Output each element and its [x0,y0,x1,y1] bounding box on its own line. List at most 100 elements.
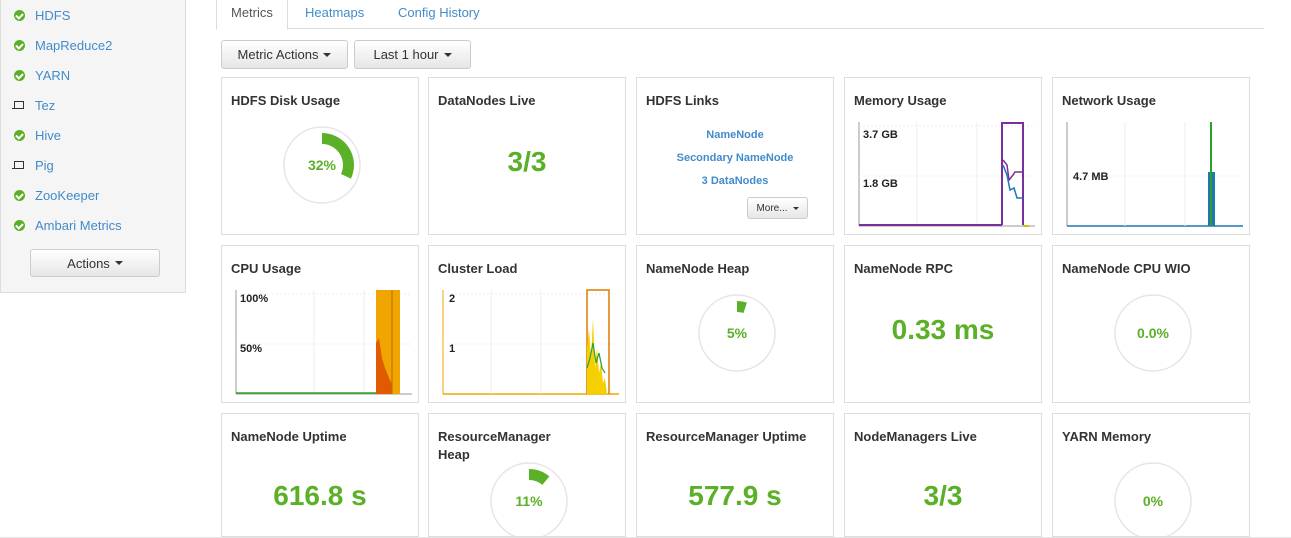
metric-actions-label: Metric Actions [237,47,319,62]
network-series-bar [1210,122,1212,226]
metric-actions-button[interactable]: Metric Actions [221,40,348,69]
check-circle-icon [13,9,25,21]
check-circle-icon [13,69,25,81]
widget-title: HDFS Links [646,93,719,108]
widget-title: HDFS Disk Usage [231,93,341,108]
sidebar-item-label: Pig [35,157,54,173]
laptop-icon [12,159,25,171]
sidebar-item-label: YARN [35,67,71,83]
caret-down-icon [792,206,799,210]
actions-button-label: Actions [67,255,110,271]
caret-down-icon [443,52,452,57]
time-range-label: Last 1 hour [373,47,439,62]
widget-title: Memory Usage [854,93,947,108]
widget-title: NameNode CPU WIO [1062,261,1191,276]
widget-title: NameNode RPC [854,261,953,276]
actions-button[interactable]: Actions [30,249,160,277]
cpu-label-mid: 50% [240,343,262,355]
more-links-button[interactable]: More... [747,197,808,219]
widget-title: DataNodes Live [438,93,536,108]
widget-cpu-usage[interactable]: CPU Usage 100% 50% [221,245,419,403]
widget-memory-usage[interactable]: Memory Usage 3.7 GB 1.8 GB [844,77,1042,235]
memory-series-line [1001,122,1024,225]
network-usage-chart: 4.7 MB [1066,122,1243,227]
widget-title: Cluster Load [438,261,518,276]
widget-title: NodeManagers Live [854,429,977,444]
load-label-mid: 1 [449,343,455,355]
widget-datanodes-live[interactable]: DataNodes Live 3/3 [428,77,626,235]
widget-namenode-uptime[interactable]: NameNode Uptime 616.8 s [221,413,419,537]
datanodes-live-value: 3/3 [507,146,547,177]
load-label-high: 2 [449,293,455,305]
link-datanodes[interactable]: 3 DataNodes [637,170,833,193]
link-namenode[interactable]: NameNode [637,124,833,147]
donut-percent: 0.0% [1137,325,1169,341]
cpu-label-high: 100% [240,293,268,305]
resourcemanager-uptime-value: 577.9 s [688,480,782,511]
resourcemanager-heap-donut: 11% [490,462,568,536]
link-secondary-namenode[interactable]: Secondary NameNode [637,147,833,170]
widget-title: CPU Usage [231,261,302,276]
sidebar-item-hdfs[interactable]: HDFS [13,0,70,30]
network-label: 4.7 MB [1073,171,1109,183]
sidebar-item-hive[interactable]: Hive [13,120,61,150]
caret-down-icon [114,261,123,265]
donut-percent: 0% [1143,493,1164,509]
donut-percent: 5% [727,325,748,341]
namenode-rpc-value: 0.33 ms [891,314,995,345]
hdfs-disk-usage-donut: 32% [283,126,361,204]
widget-network-usage[interactable]: Network Usage 4.7 MB [1052,77,1250,235]
tab-metrics[interactable]: Metrics [216,0,288,30]
widget-title: NameNode Heap [646,261,750,276]
tab-heatmaps[interactable]: Heatmaps [305,0,364,29]
namenode-cpu-wio-donut: 0.0% [1114,294,1192,372]
widget-hdfs-disk-usage[interactable]: HDFS Disk Usage 32% [221,77,419,235]
widget-cluster-load[interactable]: Cluster Load 2 1 [428,245,626,403]
widget-nodemanagers-live[interactable]: NodeManagers Live 3/3 [844,413,1042,537]
sidebar-item-pig[interactable]: Pig [12,150,54,180]
sidebar-item-mapreduce2[interactable]: MapReduce2 [13,30,112,60]
namenode-heap-donut: 5% [698,294,776,372]
sidebar-item-tez[interactable]: Tez [12,90,56,120]
memory-series-line [1002,159,1023,182]
widget-yarn-memory[interactable]: YARN Memory 0% [1052,413,1250,537]
time-range-button[interactable]: Last 1 hour [354,40,471,69]
check-circle-icon [13,219,25,231]
widget-namenode-cpu-wio[interactable]: NameNode CPU WIO 0.0% [1052,245,1250,403]
widget-title: YARN Memory [1062,429,1152,444]
sidebar-item-zookeeper[interactable]: ZooKeeper [13,180,99,210]
widget-title: ResourceManager Uptime [646,429,807,444]
widget-resourcemanager-heap[interactable]: ResourceManager Heap 11% [428,413,626,537]
widget-namenode-rpc[interactable]: NameNode RPC 0.33 ms [844,245,1042,403]
check-circle-icon [13,129,25,141]
more-button-label: More... [756,202,788,214]
widget-resourcemanager-uptime[interactable]: ResourceManager Uptime 577.9 s [636,413,834,537]
widget-namenode-heap[interactable]: NameNode Heap 5% [636,245,834,403]
sidebar-item-label: Hive [35,127,62,143]
check-circle-icon [13,39,25,51]
sidebar-item-yarn[interactable]: YARN [13,60,70,90]
memory-label-high: 3.7 GB [863,129,898,141]
sidebar-item-label: Tez [35,97,56,113]
widget-title: Network Usage [1062,93,1156,108]
widget-hdfs-links: HDFS Links NameNode Secondary NameNode 3… [636,77,834,235]
cpu-usage-chart: 100% 50% [235,290,412,395]
service-tabs: Metrics Heatmaps Config History [216,0,1264,30]
sidebar-item-ambari-metrics[interactable]: Ambari Metrics [13,210,122,240]
services-sidebar: HDFS MapReduce2 YARN Tez Hive Pig ZooKee… [0,0,186,293]
memory-usage-chart: 3.7 GB 1.8 GB [858,122,1035,227]
sidebar-item-label: HDFS [35,7,71,23]
cluster-load-chart: 2 1 [442,289,619,395]
caret-down-icon [323,52,332,57]
yarn-memory-donut: 0% [1114,462,1192,536]
memory-series-line [1002,164,1023,199]
namenode-uptime-value: 616.8 s [273,480,367,511]
sidebar-item-label: ZooKeeper [35,187,100,203]
tab-config-history[interactable]: Config History [398,0,480,29]
donut-arc [737,301,747,314]
donut-percent: 11% [515,493,543,509]
laptop-icon [12,99,25,111]
donut-percent: 32% [308,157,337,173]
widget-title: NameNode Uptime [231,429,347,444]
network-series-bar [1212,172,1215,226]
